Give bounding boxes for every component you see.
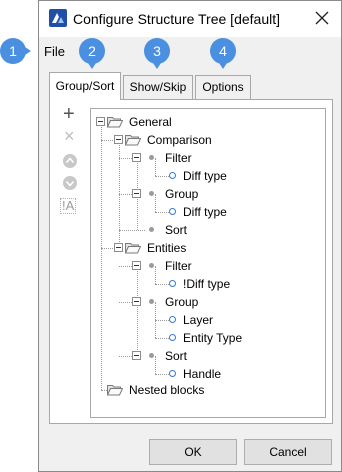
close-icon[interactable] bbox=[311, 7, 333, 29]
cancel-button[interactable]: Cancel bbox=[244, 439, 332, 465]
tree-node-entities-group[interactable]: Group bbox=[165, 294, 198, 310]
remove-icon: × bbox=[64, 126, 75, 146]
folder-open-icon bbox=[125, 243, 141, 254]
structure-tree[interactable]: General Comparison Filter Diff type Grou… bbox=[90, 108, 326, 418]
folder-open-icon bbox=[107, 385, 123, 396]
bullet-icon bbox=[149, 227, 154, 232]
configure-structure-tree-dialog: Configure Structure Tree [default] File … bbox=[38, 0, 342, 472]
criterion-icon bbox=[169, 370, 176, 377]
tree-node-nested-blocks[interactable]: Nested blocks bbox=[129, 382, 204, 398]
expander-comparison[interactable] bbox=[114, 135, 123, 144]
tree-node-comparison-sort[interactable]: Sort bbox=[165, 222, 187, 238]
add-icon: + bbox=[63, 103, 75, 125]
tree-node-entities-sort[interactable]: Sort bbox=[165, 348, 187, 364]
expander-entities-sort[interactable] bbox=[132, 351, 141, 360]
tree-node-entities[interactable]: Entities bbox=[147, 240, 186, 256]
tab-options[interactable]: Options bbox=[195, 75, 251, 99]
tree-node-general[interactable]: General bbox=[129, 114, 172, 130]
expander-general[interactable] bbox=[96, 117, 105, 126]
callout-3: 3 bbox=[144, 38, 170, 69]
menu-file[interactable]: File bbox=[44, 44, 65, 59]
remove-button[interactable]: × bbox=[60, 126, 80, 148]
bullet-icon bbox=[149, 299, 154, 304]
tree-node-entities-filter-not-diff-type[interactable]: !Diff type bbox=[183, 276, 230, 292]
bullet-icon bbox=[149, 263, 154, 268]
move-up-icon bbox=[63, 154, 77, 168]
criterion-icon bbox=[169, 280, 176, 287]
tree-node-comparison-group-diff-type[interactable]: Diff type bbox=[183, 204, 227, 220]
ok-button[interactable]: OK bbox=[149, 439, 237, 465]
tree-node-comparison[interactable]: Comparison bbox=[147, 132, 212, 148]
bullet-icon bbox=[149, 191, 154, 196]
expander-entities[interactable] bbox=[114, 243, 123, 252]
window-title: Configure Structure Tree [default] bbox=[73, 11, 280, 27]
expander-entities-filter[interactable] bbox=[132, 261, 141, 270]
callout-4: 4 bbox=[210, 38, 236, 69]
expander-comparison-group[interactable] bbox=[132, 189, 141, 198]
folder-open-icon bbox=[125, 135, 141, 146]
tree-node-entities-sort-handle[interactable]: Handle bbox=[183, 366, 221, 382]
tab-show-skip[interactable]: Show/Skip bbox=[123, 75, 193, 99]
tree-node-comparison-group[interactable]: Group bbox=[165, 186, 198, 202]
criterion-icon bbox=[169, 316, 176, 323]
negate-icon: !A bbox=[60, 198, 77, 214]
title-bar: Configure Structure Tree [default] bbox=[39, 1, 341, 37]
tree-node-comparison-filter-diff-type[interactable]: Diff type bbox=[183, 168, 227, 184]
group-sort-panel: + × !A General Comparison Filter Diff ty… bbox=[49, 99, 333, 424]
tree-node-entities-filter[interactable]: Filter bbox=[165, 258, 192, 274]
folder-open-icon bbox=[107, 117, 123, 128]
bullet-icon bbox=[149, 155, 154, 160]
tree-node-entities-group-entity-type[interactable]: Entity Type bbox=[183, 330, 242, 346]
tree-node-comparison-filter[interactable]: Filter bbox=[165, 150, 192, 166]
add-button[interactable]: + bbox=[60, 103, 80, 126]
move-up-button[interactable] bbox=[60, 151, 80, 171]
negate-button[interactable]: !A bbox=[58, 196, 82, 216]
move-down-icon bbox=[63, 176, 77, 190]
criterion-icon bbox=[169, 208, 176, 215]
expander-entities-group[interactable] bbox=[132, 297, 141, 306]
criterion-icon bbox=[169, 172, 176, 179]
app-icon bbox=[49, 9, 67, 27]
bullet-icon bbox=[149, 353, 154, 358]
criterion-icon bbox=[169, 334, 176, 341]
move-down-button[interactable] bbox=[60, 173, 80, 193]
callout-1: 1 bbox=[0, 38, 31, 64]
expander-comparison-filter[interactable] bbox=[132, 153, 141, 162]
tree-node-entities-group-layer[interactable]: Layer bbox=[183, 312, 213, 328]
tab-group-sort[interactable]: Group/Sort bbox=[49, 72, 121, 100]
callout-2: 2 bbox=[79, 38, 105, 69]
